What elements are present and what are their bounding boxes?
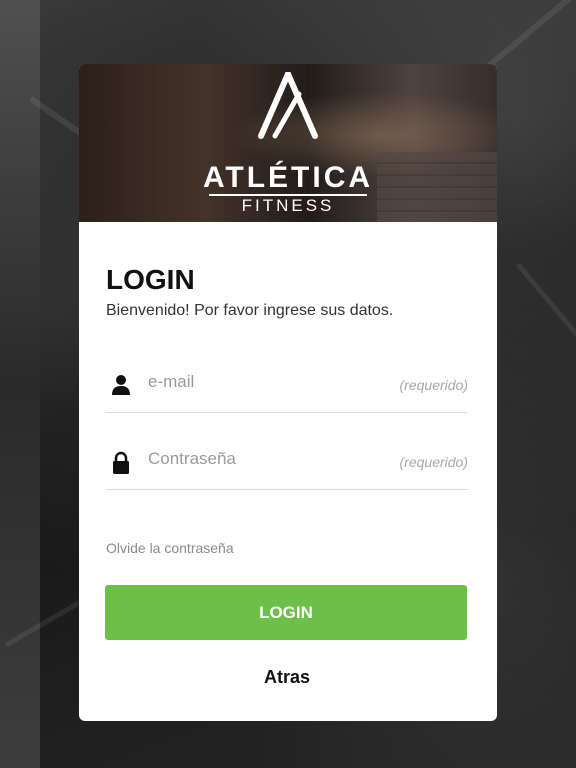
brand-banner: ATLÉTICA FITNESS bbox=[79, 64, 497, 222]
forgot-password-link[interactable]: Olvide la contraseña bbox=[106, 540, 234, 556]
lock-icon bbox=[113, 451, 129, 474]
email-field[interactable] bbox=[148, 362, 378, 402]
password-required-hint: (requerido) bbox=[399, 454, 468, 470]
brand-logo-icon bbox=[258, 72, 318, 139]
login-card: ATLÉTICA FITNESS LOGIN Bienvenido! Por f… bbox=[79, 64, 497, 721]
brand-subtitle: FITNESS bbox=[241, 196, 335, 215]
password-field[interactable] bbox=[148, 439, 378, 479]
page-subtitle: Bienvenido! Por favor ingrese sus datos. bbox=[106, 302, 394, 319]
email-field-row: (requerido) bbox=[106, 362, 468, 413]
page-title: LOGIN bbox=[106, 264, 195, 295]
back-button[interactable]: Atras bbox=[106, 667, 468, 688]
login-button[interactable]: LOGIN bbox=[105, 585, 467, 640]
user-icon bbox=[112, 375, 130, 395]
password-field-row: (requerido) bbox=[106, 439, 468, 490]
brand-name: ATLÉTICA bbox=[202, 161, 374, 194]
email-required-hint: (requerido) bbox=[399, 377, 468, 393]
